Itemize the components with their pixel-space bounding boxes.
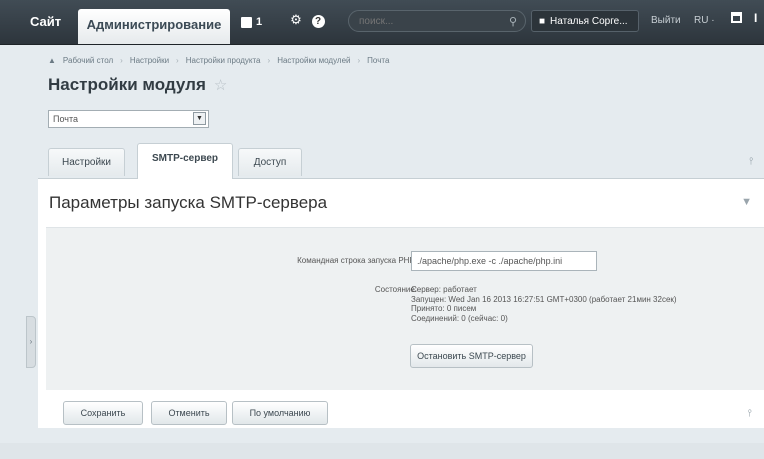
- module-site-select[interactable]: Почта ▼: [48, 110, 209, 128]
- php-command-input[interactable]: [411, 251, 597, 271]
- admin-tab[interactable]: Администрирование: [78, 9, 230, 44]
- notifications-count: 1: [256, 16, 263, 28]
- settings-panel: Параметры запуска SMTP-сервера ▼ Командн…: [38, 178, 764, 428]
- help-icon[interactable]: ?: [310, 12, 326, 28]
- notifications-button[interactable]: 1: [241, 14, 262, 30]
- breadcrumb-separator: ›: [120, 56, 123, 65]
- status-line: Принято: 0 писем: [411, 304, 477, 313]
- search-box: ⚲: [348, 10, 526, 32]
- gear-icon[interactable]: ⚙: [288, 12, 304, 28]
- user-menu[interactable]: ■ Наталья Сорге...: [531, 10, 639, 32]
- breadcrumb-separator: ›: [267, 56, 271, 65]
- tab-access[interactable]: Доступ: [238, 148, 302, 176]
- chevron-right-icon: ›: [29, 337, 33, 346]
- sidebar-toggle-handle[interactable]: ›: [26, 316, 36, 368]
- search-icon[interactable]: ⚲: [509, 15, 517, 28]
- reset-default-button[interactable]: По умолчанию: [232, 401, 328, 425]
- collapse-icon[interactable]: ▼: [741, 196, 752, 208]
- footer-pin-icon[interactable]: ⫯: [748, 408, 752, 419]
- tab-smtp-server[interactable]: SMTP-сервер: [137, 143, 233, 179]
- notification-icon: [241, 16, 252, 28]
- panel-body: Командная строка запуска PHP: Состояние:…: [46, 227, 764, 390]
- tab-settings[interactable]: Настройки: [48, 148, 125, 176]
- status-line: Запущен: Wed Jan 16 2013 16:27:51 GMT+03…: [411, 294, 677, 304]
- star-icon[interactable]: ☆: [214, 76, 227, 94]
- status-line: Соединений: 0 (сейчас: 0): [411, 313, 508, 323]
- pin-icon[interactable]: I: [754, 11, 757, 25]
- breadcrumb-item[interactable]: Настройки продукта: [186, 56, 261, 65]
- admin-topbar: Сайт Администрирование 1 ⚙ ? ⚲ ■ Наталья…: [0, 0, 764, 45]
- page-title-text: Настройки модуля: [48, 75, 206, 94]
- window-icon[interactable]: [731, 12, 742, 23]
- breadcrumb: ▲ Рабочий стол › Настройки › Настройки п…: [48, 56, 389, 65]
- site-select-value: Почта: [53, 114, 78, 124]
- cmd-label: Командная строка запуска PHP:: [297, 256, 417, 265]
- panel-title: Параметры запуска SMTP-сервера: [49, 193, 328, 212]
- page-title: Настройки модуля ☆: [48, 75, 227, 95]
- server-status: Сервер: работает Запущен: Wed Jan 16 201…: [411, 285, 677, 323]
- breadcrumb-item[interactable]: Рабочий стол: [63, 56, 113, 65]
- breadcrumb-item[interactable]: Настройки модулей: [277, 56, 350, 65]
- breadcrumb-item[interactable]: Почта: [367, 56, 389, 65]
- user-name: Наталья Сорге...: [550, 15, 628, 27]
- chevron-down-icon: ▼: [193, 112, 206, 125]
- language-selector[interactable]: RU ·: [694, 15, 715, 26]
- logout-link[interactable]: Выйти: [651, 15, 681, 26]
- breadcrumb-up-icon: ▲: [48, 56, 56, 65]
- status-line: Сервер: работает: [411, 285, 477, 294]
- site-tab[interactable]: Сайт: [30, 14, 61, 29]
- breadcrumb-separator: ›: [357, 56, 361, 65]
- tabs-pin-icon[interactable]: ⫯: [749, 156, 753, 167]
- breadcrumb-separator: ›: [176, 56, 179, 65]
- search-input[interactable]: [359, 14, 499, 28]
- bottom-strip: [0, 443, 764, 459]
- save-button[interactable]: Сохранить: [63, 401, 143, 425]
- cancel-button[interactable]: Отменить: [151, 401, 227, 425]
- stop-smtp-server-button[interactable]: Остановить SMTP-сервер: [410, 344, 533, 368]
- user-icon: ■: [539, 15, 546, 27]
- breadcrumb-item[interactable]: Настройки: [130, 56, 169, 65]
